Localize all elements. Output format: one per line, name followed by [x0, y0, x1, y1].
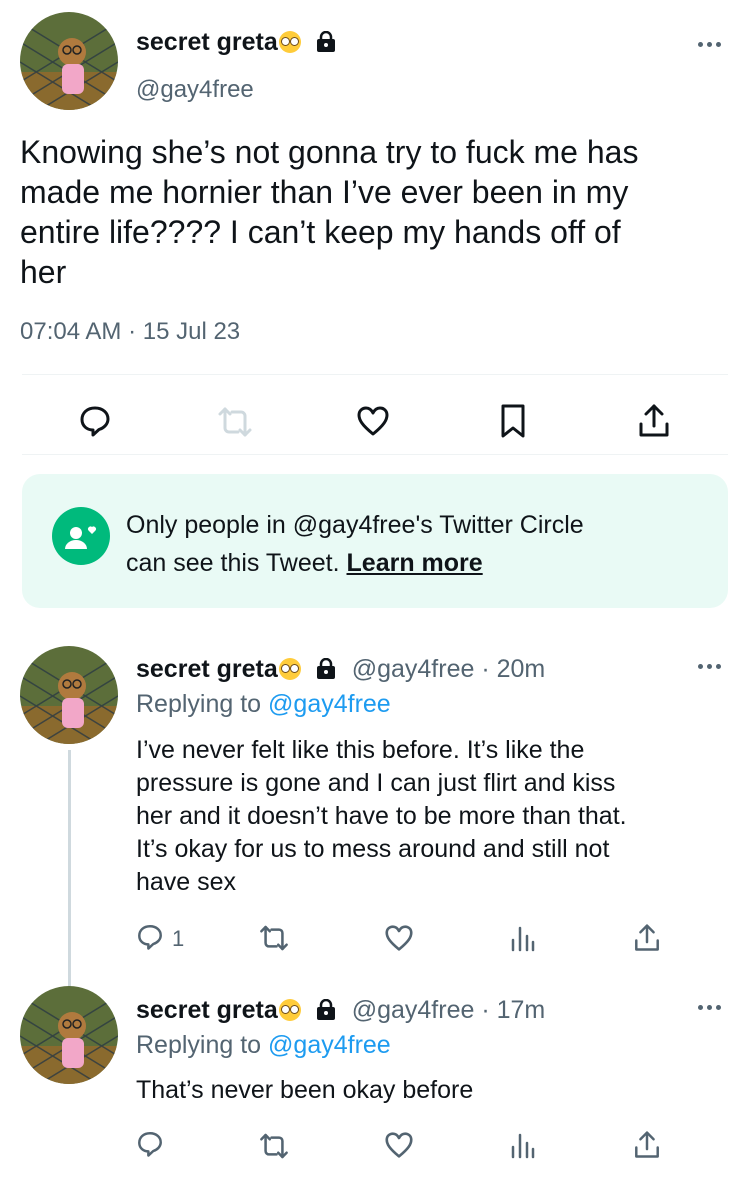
- views-icon[interactable]: [510, 924, 536, 952]
- more-options-icon[interactable]: [698, 662, 722, 670]
- reply-text: That’s never been okay before: [136, 1074, 736, 1107]
- replying-to: Replying to @gay4free: [136, 690, 391, 719]
- avatar[interactable]: [20, 646, 118, 744]
- lock-icon: [315, 30, 337, 53]
- thread-line: [68, 750, 71, 990]
- twitter-circle-notice: Only people in @gay4free's Twitter Circl…: [22, 474, 728, 608]
- bookmark-icon[interactable]: [499, 403, 527, 439]
- reply-text-line: It’s okay for us to mess around and stil…: [136, 835, 610, 863]
- reply-text-line: I’ve never felt like this before. It’s l…: [136, 736, 585, 764]
- author-name-text[interactable]: secret greta: [136, 655, 278, 683]
- circle-notice-line2: can see this Tweet. Learn more: [126, 544, 584, 582]
- twitter-circle-icon: [52, 507, 110, 565]
- like-icon[interactable]: [384, 1131, 414, 1159]
- reply-icon[interactable]: [136, 923, 164, 951]
- nerd-face-emoji-icon: [278, 658, 301, 680]
- avatar[interactable]: [20, 12, 118, 110]
- avatar[interactable]: [20, 986, 118, 1084]
- replying-to-label: Replying to: [136, 1031, 262, 1059]
- reply-text-line: her and it doesn’t have to be more than …: [136, 802, 627, 830]
- tweet-text: Knowing she’s not gonna try to fuck me h…: [20, 132, 740, 292]
- tweet-text-line: entire life???? I can’t keep my hands of…: [20, 214, 621, 250]
- reply-icon[interactable]: [78, 404, 112, 438]
- author-handle[interactable]: @gay4free: [136, 76, 254, 104]
- learn-more-link[interactable]: Learn more: [347, 549, 483, 577]
- author-name-text[interactable]: secret greta: [136, 28, 278, 56]
- more-options-icon[interactable]: [698, 40, 722, 48]
- reply-text-line: That’s never been okay before: [136, 1076, 474, 1104]
- share-icon[interactable]: [633, 922, 661, 954]
- retweet-icon: [218, 407, 252, 437]
- share-icon[interactable]: [637, 402, 671, 440]
- replying-to: Replying to @gay4free: [136, 1031, 391, 1060]
- author-name-text[interactable]: secret greta: [136, 996, 278, 1024]
- divider: [22, 454, 728, 455]
- tweet-text-line: Knowing she’s not gonna try to fuck me h…: [20, 134, 639, 170]
- replying-to-label: Replying to: [136, 690, 262, 718]
- divider: [22, 374, 728, 375]
- reply-header: secret greta @gay4free · 20m: [136, 655, 545, 684]
- tweet-timestamp[interactable]: 07:04 AM · 15 Jul 23: [20, 318, 240, 346]
- lock-icon: [315, 657, 337, 680]
- tweet-text-line: her: [20, 254, 67, 290]
- replying-to-handle[interactable]: @gay4free: [268, 1031, 391, 1059]
- like-icon[interactable]: [384, 924, 414, 952]
- reply-count: 1: [172, 926, 185, 951]
- replying-to-handle[interactable]: @gay4free: [268, 690, 391, 718]
- circle-notice-text: can see this Tweet.: [126, 549, 340, 577]
- retweet-icon[interactable]: [258, 1132, 290, 1160]
- reply-icon[interactable]: [136, 1130, 164, 1158]
- handle-time[interactable]: @gay4free · 20m: [352, 655, 546, 683]
- reply-text-line: have sex: [136, 868, 237, 896]
- circle-notice-line1: Only people in @gay4free's Twitter Circl…: [126, 511, 584, 539]
- handle-time[interactable]: @gay4free · 17m: [352, 996, 546, 1024]
- nerd-face-emoji-icon: [278, 31, 301, 53]
- share-icon[interactable]: [633, 1129, 661, 1161]
- views-icon[interactable]: [510, 1131, 536, 1159]
- retweet-icon[interactable]: [258, 924, 290, 952]
- like-icon[interactable]: [356, 405, 390, 437]
- more-options-icon[interactable]: [698, 1003, 722, 1011]
- lock-icon: [315, 998, 337, 1021]
- reply-text-line: pressure is gone and I can just flirt an…: [136, 769, 616, 797]
- reply-text: I’ve never felt like this before. It’s l…: [136, 734, 736, 899]
- nerd-face-emoji-icon: [278, 999, 301, 1021]
- author-name[interactable]: secret greta: [136, 28, 337, 57]
- tweet-text-line: made me hornier than I’ve ever been in m…: [20, 174, 629, 210]
- reply-header: secret greta @gay4free · 17m: [136, 996, 545, 1025]
